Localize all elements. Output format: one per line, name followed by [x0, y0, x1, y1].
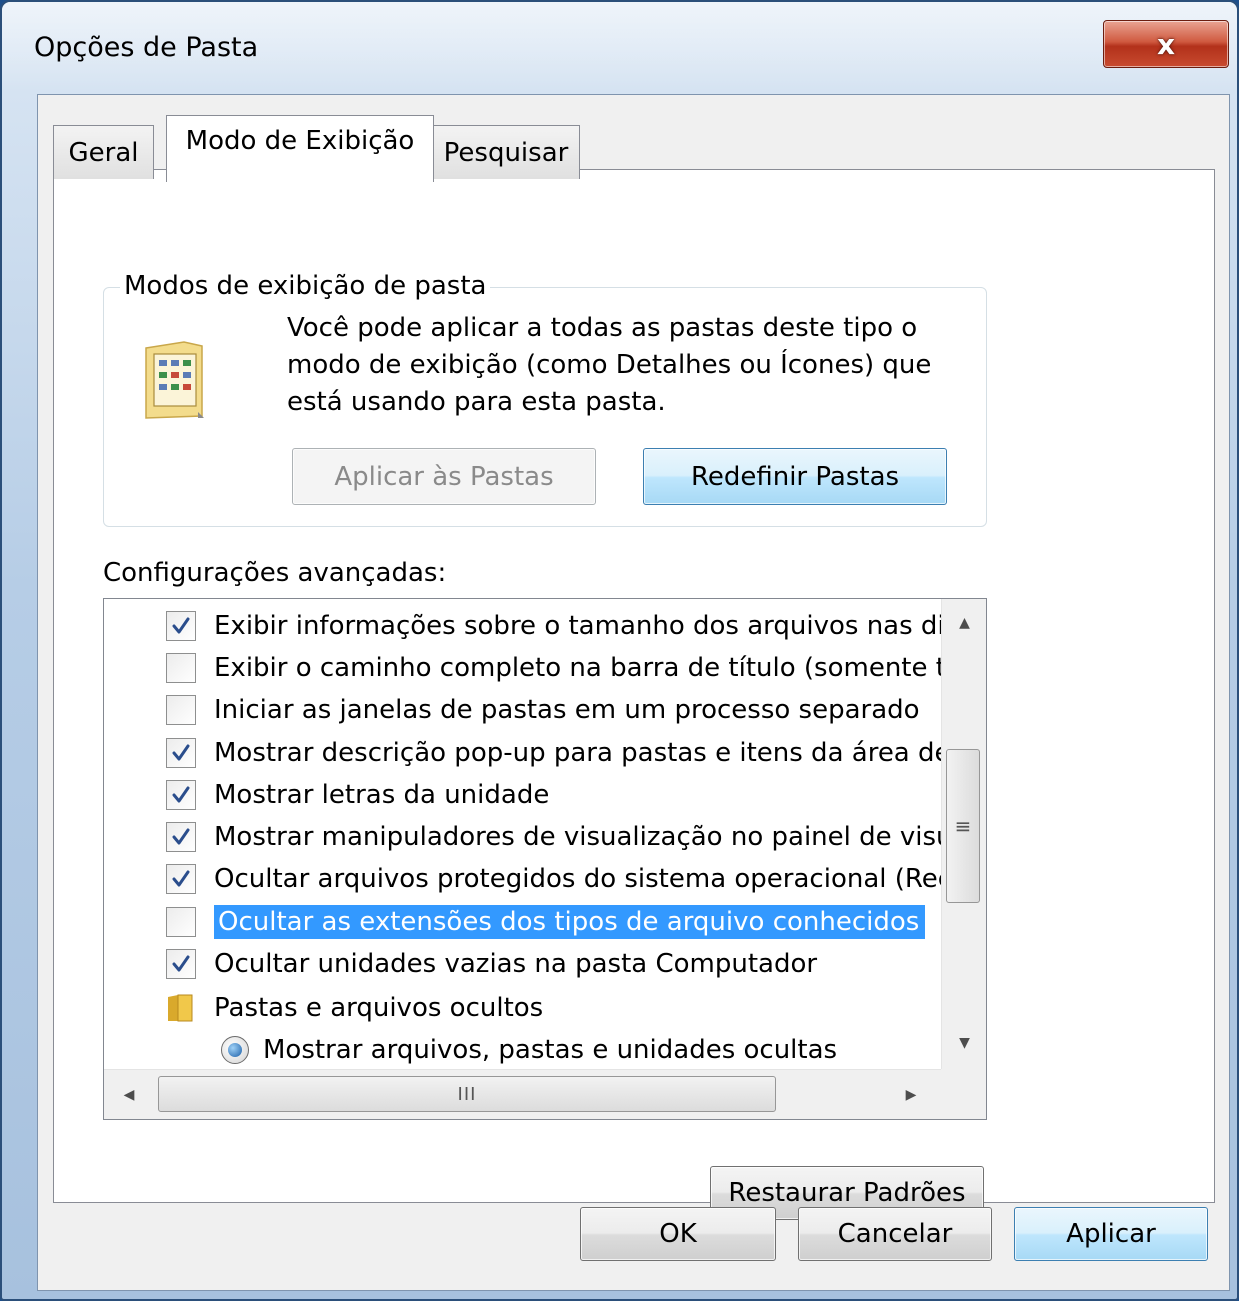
folder-icon — [166, 993, 198, 1023]
list-item[interactable]: Ocultar unidades vazias na pasta Computa… — [166, 943, 823, 985]
dialog-client-area: Geral Modo de Exibição Pesquisar Modos d… — [37, 94, 1230, 1291]
window-title: Opções de Pasta — [34, 32, 259, 63]
checked-checkbox-icon[interactable] — [166, 822, 196, 852]
checked-checkbox-icon[interactable] — [166, 738, 196, 768]
list-item[interactable]: Mostrar descrição pop-up para pastas e i… — [166, 732, 987, 774]
folder-view-icon — [145, 341, 204, 419]
list-item[interactable]: Iniciar as janelas de pastas em um proce… — [166, 689, 926, 731]
vertical-scroll-thumb[interactable]: ≡ — [946, 749, 980, 903]
list-item-label: Ocultar arquivos protegidos do sistema o… — [214, 864, 986, 894]
ok-button[interactable]: OK — [580, 1207, 776, 1261]
unchecked-checkbox-icon[interactable] — [166, 695, 196, 725]
scroll-up-arrow-icon[interactable]: ▲ — [942, 607, 986, 639]
close-button[interactable]: x — [1103, 20, 1229, 68]
tab-modo-de-exibicao[interactable]: Modo de Exibição — [166, 115, 434, 182]
folder-views-group: Modos de exibição de pasta Você pode apl… — [103, 271, 987, 527]
apply-to-folders-button[interactable]: Aplicar às Pastas — [292, 448, 596, 505]
dialog-window: Opções de Pasta x Geral Modo de Exibição… — [0, 0, 1239, 1301]
apply-button[interactable]: Aplicar — [1014, 1207, 1208, 1261]
list-item-label: Mostrar letras da unidade — [214, 780, 550, 810]
list-item[interactable]: Ocultar arquivos protegidos do sistema o… — [166, 858, 986, 900]
list-item-label: Mostrar descrição pop-up para pastas e i… — [214, 738, 987, 768]
list-item-label: Mostrar manipuladores de visualização no… — [214, 822, 987, 852]
folder-views-description: Você pode aplicar a todas as pastas dest… — [287, 313, 932, 417]
list-item[interactable]: Mostrar arquivos, pastas e unidades ocul… — [221, 1029, 843, 1071]
checked-checkbox-icon[interactable] — [166, 780, 196, 810]
vertical-scrollbar[interactable]: ▲ ≡ ▼ — [941, 599, 986, 1069]
checked-checkbox-icon[interactable] — [166, 949, 196, 979]
list-item[interactable]: Exibir informações sobre o tamanho dos a… — [166, 605, 986, 647]
advanced-settings-label: Configurações avançadas: — [103, 558, 447, 588]
list-item[interactable]: Ocultar as extensões dos tipos de arquiv… — [166, 901, 926, 943]
close-icon: x — [1156, 27, 1176, 61]
scroll-right-arrow-icon[interactable]: ▶ — [894, 1078, 928, 1112]
checked-checkbox-icon[interactable] — [166, 611, 196, 641]
scroll-down-arrow-icon[interactable]: ▼ — [942, 1027, 986, 1059]
list-item-label: Exibir informações sobre o tamanho dos a… — [214, 611, 986, 641]
scrollbar-corner — [941, 1069, 986, 1119]
unchecked-checkbox-icon[interactable] — [166, 907, 196, 937]
list-item: Pastas e arquivos ocultos — [166, 987, 549, 1029]
unchecked-checkbox-icon[interactable] — [166, 653, 196, 683]
cancel-button[interactable]: Cancelar — [798, 1207, 992, 1261]
reset-folders-button[interactable]: Redefinir Pastas — [643, 448, 947, 505]
tab-panel: Modos de exibição de pasta Você pode apl… — [53, 169, 1215, 1220]
horizontal-scroll-thumb[interactable]: III — [158, 1076, 776, 1112]
horizontal-scrollbar[interactable]: ◀ III ▶ — [104, 1069, 941, 1119]
list-item[interactable]: Exibir o caminho completo na barra de tí… — [166, 647, 986, 689]
folder-views-title: Modos de exibição de pasta — [120, 271, 491, 301]
tab-pesquisar[interactable]: Pesquisar — [432, 125, 580, 179]
checked-checkbox-icon[interactable] — [166, 864, 196, 894]
list-item-label: Mostrar arquivos, pastas e unidades ocul… — [263, 1035, 838, 1065]
advanced-settings-list[interactable]: Exibir informações sobre o tamanho dos a… — [103, 598, 987, 1120]
list-item-label: Ocultar unidades vazias na pasta Computa… — [214, 949, 818, 979]
list-item[interactable]: Mostrar manipuladores de visualização no… — [166, 816, 987, 858]
list-item[interactable]: Mostrar letras da unidade — [166, 774, 555, 816]
list-item-label: Iniciar as janelas de pastas em um proce… — [214, 695, 920, 725]
selected-radio-icon[interactable] — [221, 1036, 249, 1064]
list-item-label: Pastas e arquivos ocultos — [214, 993, 544, 1023]
tab-geral[interactable]: Geral — [53, 125, 154, 179]
list-item-label: Ocultar as extensões dos tipos de arquiv… — [214, 905, 926, 939]
scroll-left-arrow-icon[interactable]: ◀ — [112, 1078, 146, 1112]
list-item-label: Exibir o caminho completo na barra de tí… — [214, 653, 986, 683]
